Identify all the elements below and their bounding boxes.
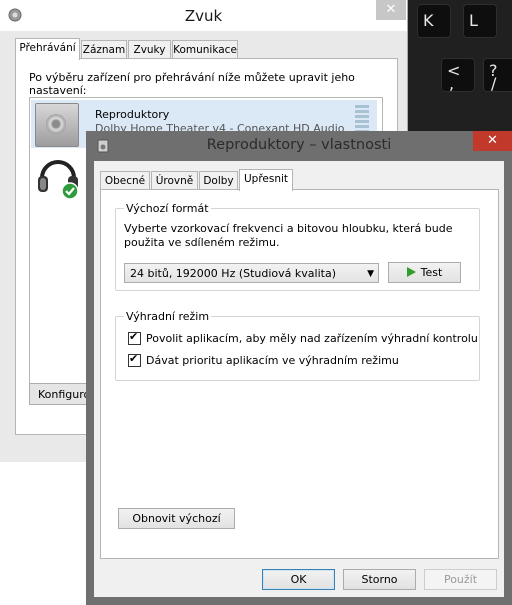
- format-dropdown[interactable]: 24 bitů, 192000 Hz (Studiová kvalita) ▼: [124, 263, 379, 283]
- default-format-group: Výchozí formát Vyberte vzorkovací frekve…: [115, 202, 480, 291]
- default-format-description: Vyberte vzorkovací frekvenci a bitovou h…: [124, 222, 453, 235]
- default-format-description-2: použita ve sdíleném režimu.: [124, 236, 280, 249]
- tab-sounds[interactable]: Zvuky: [128, 40, 171, 59]
- tab-levels[interactable]: Úrovně: [151, 171, 198, 190]
- dialog-titlebar[interactable]: Reproduktory – vlastnosti ✕: [86, 131, 512, 161]
- play-icon: [406, 267, 416, 277]
- keyboard-key: ? /: [483, 58, 512, 93]
- speaker-icon: [35, 103, 79, 147]
- keyboard-key: L: [463, 4, 497, 38]
- advanced-panel: Výchozí formát Vyberte vzorkovací frekve…: [100, 189, 499, 559]
- default-format-title: Výchozí formát: [124, 202, 211, 215]
- tab-advanced[interactable]: Upřesnit: [239, 169, 293, 191]
- sound-window-title: Zvuk: [184, 7, 223, 25]
- dialog-title: Reproduktory – vlastnosti: [206, 137, 392, 153]
- exclusive-mode-title: Výhradní režim: [124, 310, 212, 323]
- tab-general[interactable]: Obecné: [100, 171, 150, 190]
- keyboard-backdrop: K L <, ? /: [405, 0, 512, 135]
- sound-window-close-button[interactable]: ✕: [376, 0, 406, 20]
- dialog-close-button[interactable]: ✕: [473, 131, 512, 151]
- device-name: Reproduktory: [95, 108, 170, 121]
- sound-window-titlebar[interactable]: Zvuk ✕: [0, 0, 407, 31]
- format-dropdown-value: 24 bitů, 192000 Hz (Studiová kvalita): [130, 267, 336, 280]
- dialog-client-area: Obecné Úrovně Dolby Upřesnit Výchozí for…: [94, 161, 504, 597]
- tab-dolby[interactable]: Dolby: [199, 171, 238, 190]
- exclusive-control-label[interactable]: Povolit aplikacím, aby měly nad zařízení…: [146, 332, 478, 346]
- tab-playback[interactable]: Přehrávání: [15, 38, 80, 60]
- desktop-background: [0, 462, 86, 605]
- exclusive-priority-checkbox[interactable]: [128, 352, 141, 367]
- apply-button[interactable]: Použít: [424, 569, 497, 590]
- headphones-default-icon: [38, 160, 79, 200]
- exclusive-mode-group: Výhradní režim Povolit aplikacím, aby mě…: [115, 310, 480, 381]
- playback-description: Po výběru zařízení pro přehrávání níže m…: [29, 71, 355, 97]
- restore-defaults-button[interactable]: Obnovit výchozí: [118, 508, 235, 529]
- tab-recording[interactable]: Záznam: [81, 40, 127, 59]
- chevron-down-icon: ▼: [367, 269, 374, 279]
- keyboard-key: <,: [441, 58, 475, 93]
- ok-button[interactable]: OK: [262, 569, 335, 590]
- exclusive-priority-label[interactable]: Dávat prioritu aplikacím ve výhradním re…: [146, 354, 399, 368]
- keyboard-key: K: [417, 4, 451, 38]
- cancel-button[interactable]: Storno: [343, 569, 416, 590]
- test-button[interactable]: Test: [388, 262, 461, 283]
- tab-communications[interactable]: Komunikace: [172, 40, 238, 59]
- exclusive-control-checkbox[interactable]: [128, 330, 141, 345]
- speakers-properties-dialog: Reproduktory – vlastnosti ✕ Obecné Úrovn…: [86, 131, 512, 605]
